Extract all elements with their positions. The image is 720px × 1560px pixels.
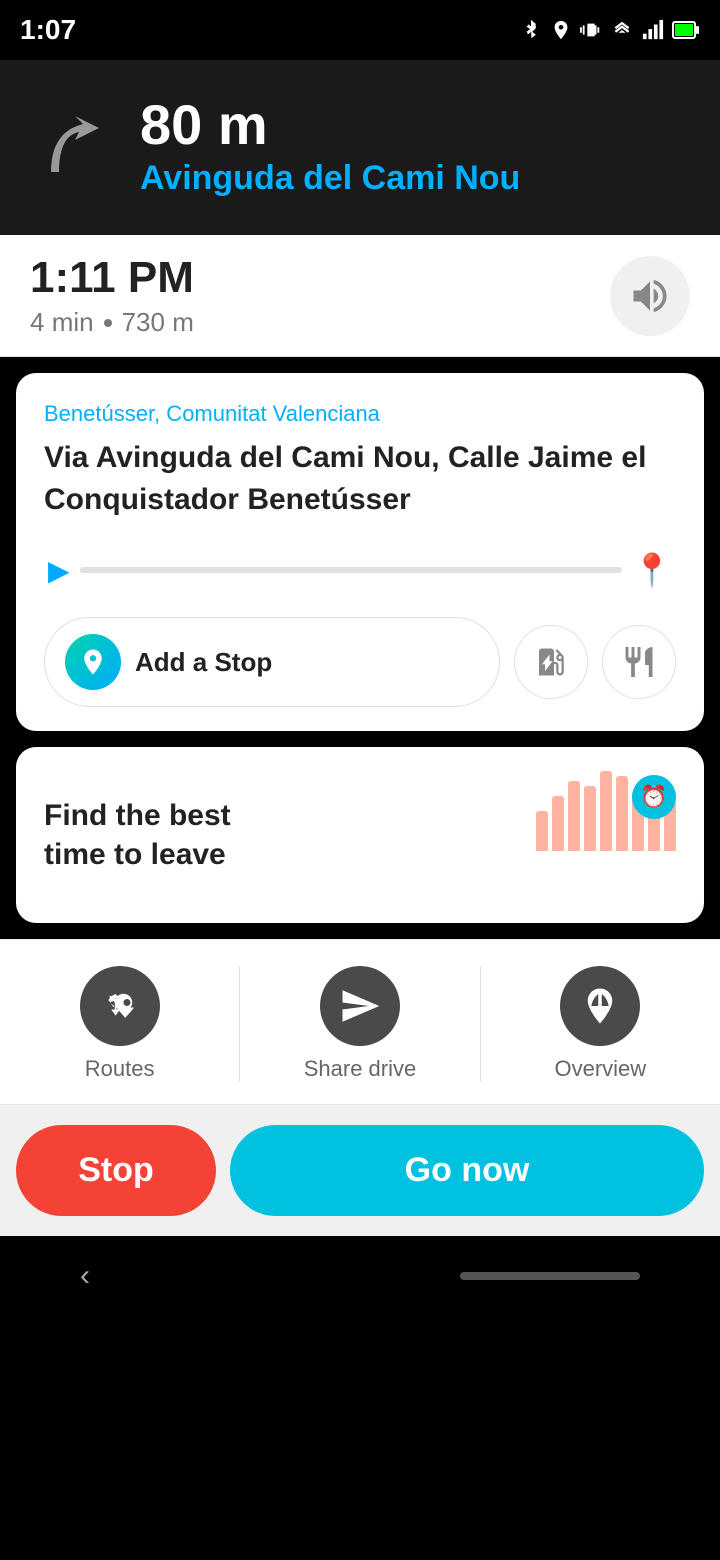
bar-3: [568, 781, 580, 851]
sound-icon: [628, 274, 672, 318]
progress-arrow-icon: ▶: [48, 554, 70, 587]
share-drive-action[interactable]: Share drive: [240, 956, 479, 1092]
dest-address: Via Avinguda del Cami Nou, Calle Jaime e…: [44, 437, 676, 521]
dest-region: Benetússer, Comunitat Valenciana: [44, 401, 676, 427]
clock-badge-icon: ⏰: [632, 775, 676, 819]
overview-label: Overview: [554, 1056, 646, 1082]
destination-card: Benetússer, Comunitat Valenciana Via Avi…: [16, 373, 704, 731]
fuel-stop-button[interactable]: [514, 625, 588, 699]
status-time: 1:07: [20, 14, 76, 46]
eta-bar: 1:11 PM 4 min 730 m: [0, 235, 720, 357]
destination-pin-icon: 📍: [632, 551, 672, 589]
battery-icon: [672, 19, 700, 41]
best-time-card[interactable]: Find the besttime to leave ⏰: [16, 747, 704, 923]
status-bar: 1:07: [0, 0, 720, 60]
eta-distance: 730 m: [122, 307, 194, 338]
bluetooth-icon: [520, 19, 542, 41]
nav-street: Avinguda del Cami Nou: [140, 159, 520, 198]
bar-4: [584, 786, 596, 851]
turn-arrow: [30, 103, 120, 193]
overview-icon-container: [560, 966, 640, 1046]
location-icon: [550, 19, 572, 41]
restaurant-icon: [621, 644, 657, 680]
routes-icon-container: [80, 966, 160, 1046]
wifi-arrow-icon: [610, 19, 634, 41]
turn-right-icon: [35, 108, 115, 188]
eta-time: 1:11 PM: [30, 253, 194, 303]
progress-track: [80, 567, 623, 573]
routes-icon: [99, 985, 141, 1027]
sound-button[interactable]: [610, 256, 690, 336]
nav-info: 80 m Avinguda del Cami Nou: [140, 97, 520, 198]
eta-dot: [104, 319, 112, 327]
eta-info: 1:11 PM 4 min 730 m: [30, 253, 194, 338]
bar-1: [536, 811, 548, 851]
home-indicator[interactable]: [460, 1272, 640, 1280]
add-stop-label: Add a Stop: [135, 647, 272, 678]
stop-button[interactable]: Stop: [16, 1125, 216, 1216]
progress-bar-container: ▶ 📍: [44, 551, 676, 589]
back-button[interactable]: ‹: [80, 1259, 90, 1293]
best-time-visual: ⏰: [536, 775, 676, 895]
overview-action[interactable]: Overview: [481, 956, 720, 1092]
main-buttons-container: Stop Go now: [0, 1105, 720, 1236]
eta-details: 4 min 730 m: [30, 307, 194, 338]
overview-icon: [579, 985, 621, 1027]
share-drive-icon: [339, 985, 381, 1027]
bottom-actions-bar: Routes Share drive Overview: [0, 939, 720, 1105]
eta-duration: 4 min: [30, 307, 94, 338]
vibrate-icon: [580, 19, 602, 41]
fuel-icon: [533, 644, 569, 680]
best-time-text: Find the besttime to leave: [44, 796, 231, 874]
share-drive-icon-container: [320, 966, 400, 1046]
nav-header: 80 m Avinguda del Cami Nou: [0, 60, 720, 235]
bar-5: [600, 771, 612, 851]
add-stop-button[interactable]: Add a Stop: [44, 617, 500, 707]
signal-icon: [642, 19, 664, 41]
routes-action[interactable]: Routes: [0, 956, 239, 1092]
nav-distance: 80 m: [140, 97, 520, 153]
bar-6: [616, 776, 628, 851]
bar-2: [552, 796, 564, 851]
action-buttons: Add a Stop: [44, 617, 676, 707]
go-now-button[interactable]: Go now: [230, 1125, 704, 1216]
status-icons: [520, 19, 700, 41]
food-stop-button[interactable]: [602, 625, 676, 699]
routes-label: Routes: [85, 1056, 155, 1082]
waypoint-icon: [78, 647, 108, 677]
share-drive-label: Share drive: [304, 1056, 417, 1082]
progress-fill: [80, 567, 189, 573]
bottom-nav: ‹: [0, 1236, 720, 1316]
add-stop-icon: [65, 634, 121, 690]
